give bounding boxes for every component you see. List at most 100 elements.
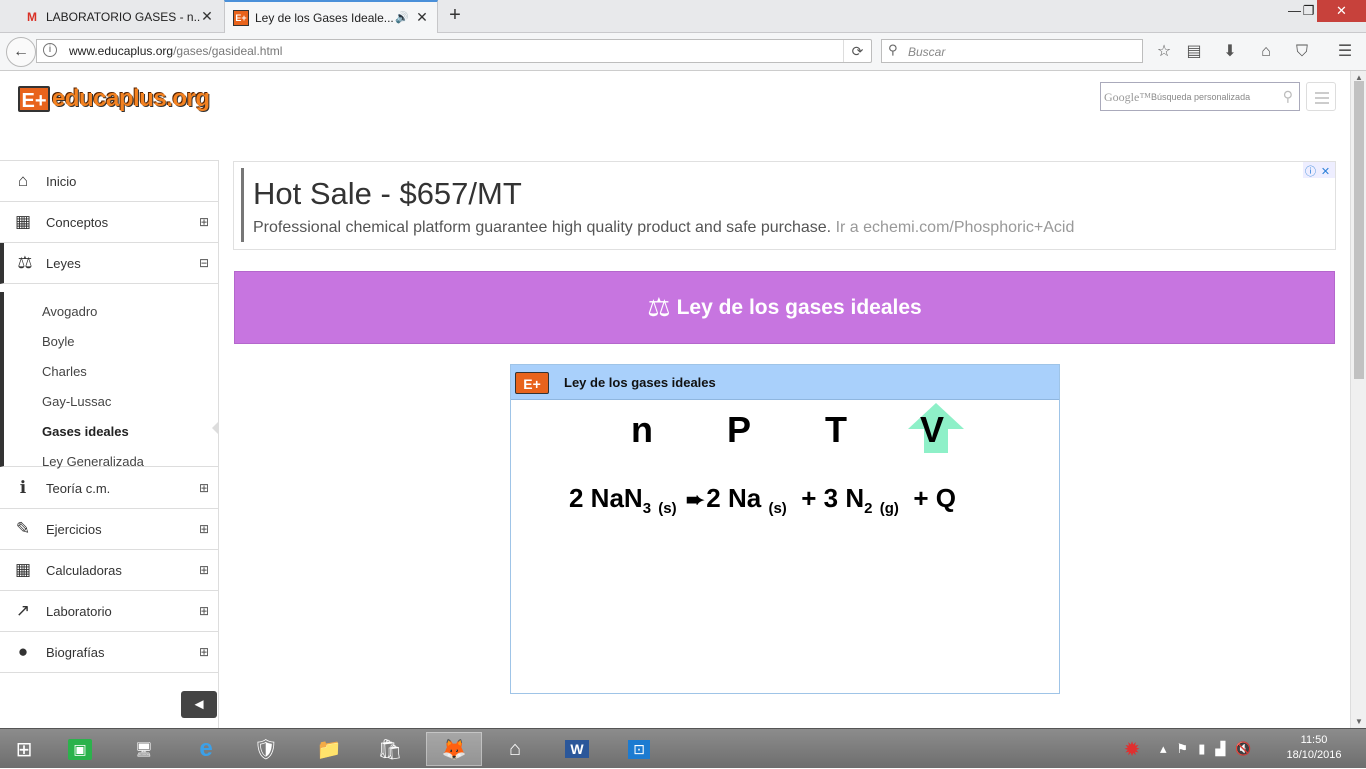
home-app-icon[interactable]: ⌂ (491, 732, 539, 766)
tab-title: Ley de los Gases Ideale... (255, 10, 394, 25)
internet-explorer-icon[interactable]: e (182, 732, 230, 766)
variable-p: P (727, 409, 752, 450)
url-path: /gases/gasideal.html (173, 44, 283, 58)
sidebar-subitem-gases-ideales[interactable]: Gases ideales (42, 424, 129, 439)
shopping-icon[interactable]: 🛍 (366, 732, 414, 766)
calendar-icon: ▦ (14, 212, 32, 231)
scroll-down-icon[interactable]: ▼ (1351, 717, 1366, 726)
expand-icon[interactable]: ⊞ (190, 604, 218, 618)
sidebar-item-conceptos[interactable]: ▦ Conceptos ⊞ (0, 202, 218, 243)
close-tab-icon[interactable]: ✕ (200, 8, 214, 25)
back-button[interactable]: ← (6, 37, 36, 67)
download-icon[interactable]: ⬇ (1219, 41, 1241, 63)
info-icon[interactable]: i (43, 43, 57, 57)
tab-educaplus[interactable]: E+ Ley de los Gases Ideale... 🔊 ✕ (224, 0, 438, 33)
variable-n: n (631, 409, 653, 450)
eq-subscript: 2 (864, 500, 873, 517)
reload-icon[interactable]: ⟳ (843, 40, 871, 62)
eq-state: (s) (768, 500, 787, 517)
expand-icon[interactable]: ⊞ (190, 522, 218, 536)
home-icon: ⌂ (17, 171, 29, 190)
eq-subscript: 3 (642, 500, 652, 517)
clock[interactable]: 11:50 18/10/2016 (1284, 733, 1344, 763)
collapse-icon[interactable]: ⊟ (190, 256, 218, 270)
reading-list-icon[interactable]: ▤ (1183, 41, 1205, 63)
expand-icon[interactable]: ⊞ (190, 645, 218, 659)
speaker-icon[interactable]: 🔊 (395, 11, 409, 24)
search-icon[interactable]: ⚲ (1283, 88, 1293, 105)
ad-choices[interactable]: ⓘ ✕ (1303, 162, 1335, 178)
home-icon[interactable]: ⌂ (1255, 41, 1277, 63)
sidebar-item-label: Leyes (46, 255, 81, 271)
eq-state: (g) (879, 500, 899, 517)
window-close-button[interactable]: ✕ (1317, 0, 1366, 22)
sidebar-item-laboratorio[interactable]: ↗ Laboratorio ⊞ (0, 591, 218, 632)
pencil-icon: ✎ (15, 519, 31, 538)
ad-link[interactable]: Ir a echemi.com/Phosphoric+Acid (836, 219, 1075, 236)
tray-expand-icon[interactable]: ▴ (1160, 741, 1167, 757)
tray-app-icon[interactable]: ✹ (1108, 732, 1156, 766)
lenovo-icon[interactable]: 🖥 (120, 732, 168, 766)
scrollbar-thumb[interactable] (1354, 81, 1364, 379)
hamburger-menu-button[interactable] (1306, 82, 1336, 111)
vertical-scrollbar[interactable]: ▲ ▼ (1350, 71, 1366, 728)
page-content: E+ educaplus.org Google™ Búsqueda person… (0, 71, 1350, 728)
sidebar-item-ejercicios[interactable]: ✎ Ejercicios ⊞ (0, 509, 218, 550)
sidebar-item-biografias[interactable]: ● Biografías ⊞ (0, 632, 218, 673)
site-logo[interactable]: E+ educaplus.org (18, 85, 210, 113)
volume-icon[interactable]: 🔇 (1235, 741, 1251, 757)
sidebar-item-label: Conceptos (46, 214, 109, 230)
sidebar-subitem-charles[interactable]: Charles (42, 364, 87, 379)
search-input[interactable]: ⚲ Buscar (881, 39, 1143, 63)
url-bar[interactable]: i www.educaplus.org/gases/gasideal.html … (36, 39, 872, 63)
url-text: www.educaplus.org/gases/gasideal.html (69, 44, 282, 58)
advertisement[interactable]: Hot Sale - $657/MT Professional chemical… (233, 161, 1336, 250)
sidebar: ⌂ Inicio ▦ Conceptos ⊞ ⚖ Leyes ⊟ Avogadr… (0, 160, 219, 728)
sidebar-subitem-gay-lussac[interactable]: Gay-Lussac (42, 394, 111, 409)
variable-t: T (825, 409, 847, 450)
clock-time: 11:50 (1300, 734, 1328, 746)
page-title: Ley de los gases ideales (676, 295, 922, 319)
simulation-header: E+ Ley de los gases ideales (511, 365, 1059, 400)
sidebar-subitem-ley-generalizada[interactable]: Ley Generalizada (42, 454, 144, 469)
maxthon-icon[interactable]: ⊡ (615, 732, 663, 766)
file-explorer-icon[interactable]: 📁 (305, 732, 353, 766)
expand-icon[interactable]: ⊞ (190, 215, 218, 229)
sidebar-subitem-boyle[interactable]: Boyle (42, 334, 75, 349)
bookmark-star-icon[interactable]: ☆ (1153, 41, 1175, 63)
security-shield-icon[interactable]: 🛡 (242, 732, 290, 766)
pocket-icon[interactable]: ⛉ (1291, 41, 1313, 63)
signal-icon[interactable]: ▟ (1215, 741, 1225, 757)
menu-icon[interactable]: ☰ (1334, 41, 1356, 63)
selection-pointer (212, 421, 219, 435)
sidebar-subitem-avogadro[interactable]: Avogadro (42, 304, 97, 319)
ad-bar (241, 168, 244, 242)
ad-description[interactable]: Professional chemical platform guarantee… (253, 219, 1074, 237)
ad-info-icon[interactable]: ⓘ (1303, 165, 1318, 180)
tab-bar: M LABORATORIO GASES - n... ✕ E+ Ley de l… (0, 0, 1366, 33)
firefox-icon[interactable]: 🦊 (426, 732, 482, 766)
leyes-submenu: Avogadro Boyle Charles Gay-Lussac Gases … (0, 292, 218, 469)
ad-title[interactable]: Hot Sale - $657/MT (253, 176, 522, 212)
simulation-panel[interactable]: E+ Ley de los gases ideales n P T V 2 Na… (510, 364, 1060, 694)
ad-close-icon[interactable]: ✕ (1318, 165, 1333, 180)
new-tab-button[interactable]: + (444, 4, 466, 28)
eq-reactant: 2 NaN (569, 483, 643, 513)
collapse-sidebar-button[interactable]: ◄ (181, 691, 217, 718)
word-icon[interactable]: W (553, 732, 601, 766)
sidebar-item-label: Ejercicios (46, 521, 102, 537)
sidebar-item-leyes[interactable]: ⚖ Leyes ⊟ (0, 243, 218, 284)
sidebar-item-teoria[interactable]: ℹ Teoría c.m. ⊞ (0, 468, 218, 509)
store-icon[interactable]: ▣ (56, 732, 104, 766)
expand-icon[interactable]: ⊞ (190, 481, 218, 495)
battery-icon[interactable]: ▮ (1198, 741, 1205, 757)
balance-icon: ⚖ (17, 253, 33, 272)
windows-start-icon[interactable]: ⊞ (0, 732, 48, 766)
google-search-input[interactable]: Google™ Búsqueda personalizada ⚲ (1100, 82, 1300, 111)
sidebar-item-calculadoras[interactable]: ▦ Calculadoras ⊞ (0, 550, 218, 591)
flag-icon[interactable]: ⚑ (1177, 741, 1189, 757)
close-tab-icon[interactable]: ✕ (415, 9, 429, 26)
expand-icon[interactable]: ⊞ (190, 563, 218, 577)
sidebar-item-inicio[interactable]: ⌂ Inicio (0, 161, 218, 202)
tab-gmail[interactable]: M LABORATORIO GASES - n... ✕ (16, 0, 222, 33)
